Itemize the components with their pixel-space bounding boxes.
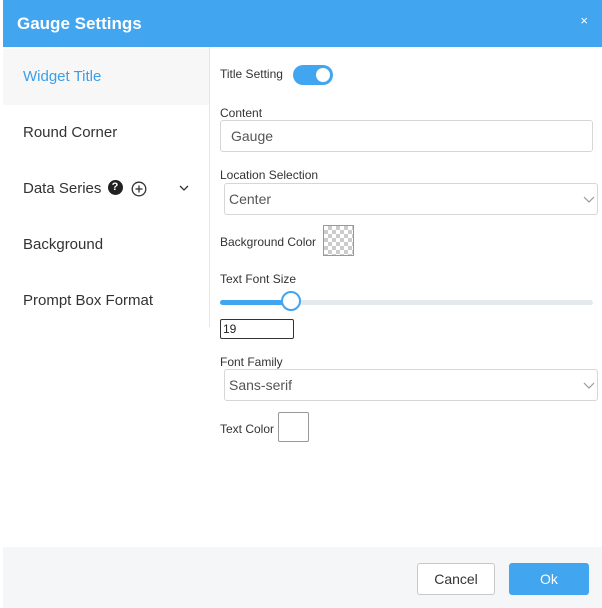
content-input[interactable] — [220, 120, 593, 152]
font-size-slider-thumb[interactable] — [281, 291, 301, 311]
sidebar-divider — [209, 47, 210, 327]
font-family-select[interactable]: Sans-serif — [224, 369, 598, 401]
close-icon[interactable]: × — [580, 13, 588, 28]
sidebar-item-background[interactable]: Background — [3, 217, 209, 273]
sidebar-item-prompt-box-format[interactable]: Prompt Box Format — [3, 273, 209, 329]
location-select[interactable]: Center — [224, 183, 598, 215]
location-select-value: Center — [229, 191, 272, 207]
text-color-swatch[interactable] — [278, 412, 309, 442]
sidebar-item-label: Round Corner — [23, 124, 118, 141]
text-color-label: Text Color — [220, 422, 275, 436]
add-circle-icon[interactable] — [131, 181, 147, 197]
font-size-slider-track[interactable] — [220, 300, 593, 305]
toggle-knob — [316, 68, 330, 82]
background-color-swatch[interactable] — [323, 225, 354, 256]
chevron-down-icon[interactable] — [179, 185, 189, 192]
dialog-title: Gauge Settings — [17, 14, 142, 33]
title-setting-toggle[interactable] — [293, 65, 333, 85]
sidebar-item-label: Data Series — [23, 180, 102, 197]
help-icon[interactable]: ? — [107, 180, 123, 196]
gauge-settings-dialog: Gauge Settings × Widget Title Round Corn… — [0, 0, 602, 608]
sidebar-item-data-series[interactable]: Data Series ? — [3, 161, 209, 217]
title-setting-label: Title Setting — [220, 67, 283, 81]
ok-button[interactable]: Ok — [509, 563, 589, 595]
cancel-button[interactable]: Cancel — [417, 563, 495, 595]
location-selection-label: Location Selection — [220, 168, 319, 182]
background-color-label: Background Color — [220, 235, 317, 249]
sidebar-item-label: Background — [23, 236, 104, 253]
font-family-select-value: Sans-serif — [229, 377, 293, 393]
content-label: Content — [220, 106, 263, 120]
font-family-label: Font Family — [220, 355, 283, 369]
sidebar-item-label: Widget Title — [23, 68, 102, 85]
font-size-input[interactable]: 19 — [220, 319, 294, 339]
sidebar-item-widget-title[interactable]: Widget Title — [3, 49, 209, 105]
sidebar-item-label: Prompt Box Format — [23, 292, 154, 309]
chevron-down-icon — [583, 196, 595, 203]
chevron-down-icon — [583, 382, 595, 389]
dialog-footer: Cancel Ok — [3, 547, 602, 608]
sidebar-item-round-corner[interactable]: Round Corner — [3, 105, 209, 161]
settings-sidebar: Widget Title Round Corner Data Series ? … — [3, 47, 210, 547]
text-font-size-label: Text Font Size — [220, 272, 297, 286]
dialog-header: Gauge Settings × — [3, 0, 602, 47]
